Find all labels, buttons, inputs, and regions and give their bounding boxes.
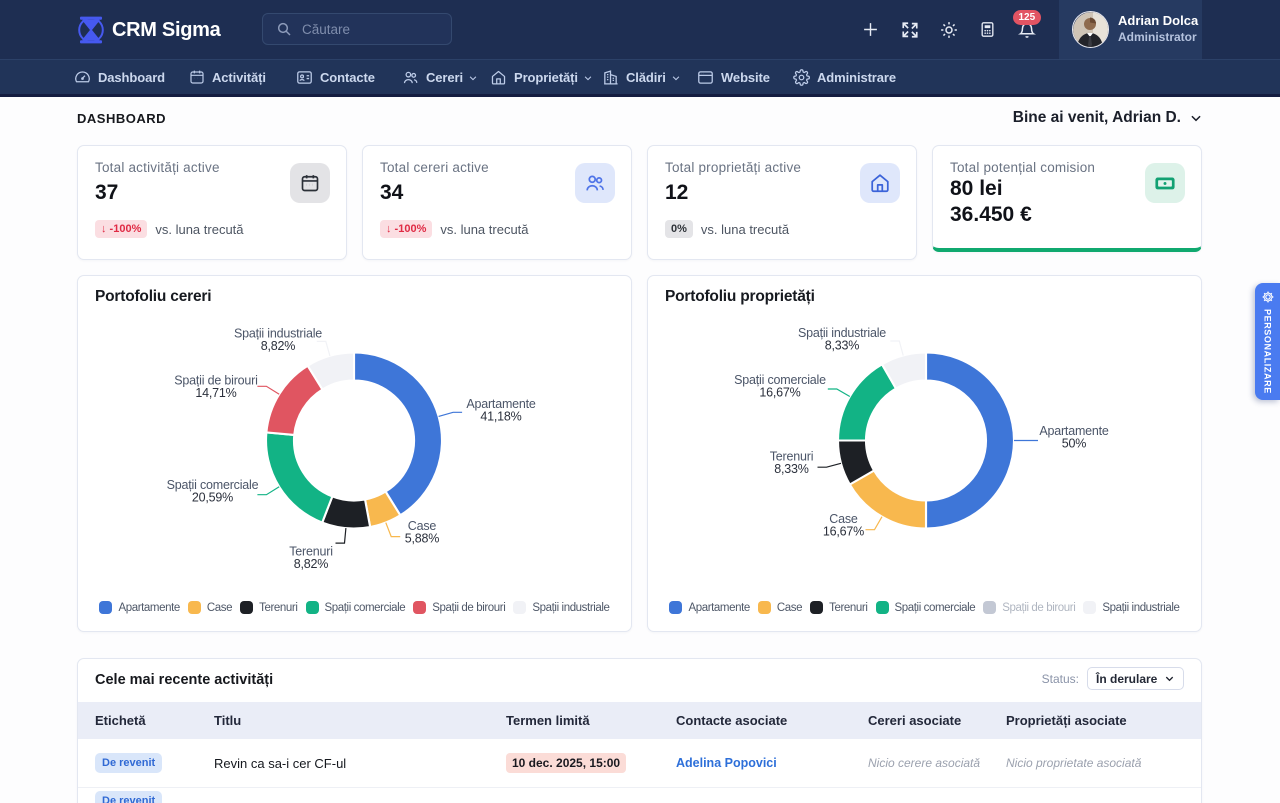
- svg-text:8,33%: 8,33%: [774, 462, 809, 476]
- svg-text:8,82%: 8,82%: [261, 339, 296, 353]
- svg-text:14,71%: 14,71%: [195, 386, 236, 400]
- svg-text:5,88%: 5,88%: [405, 532, 440, 546]
- svg-text:8,33%: 8,33%: [825, 339, 860, 353]
- svg-text:50%: 50%: [1062, 437, 1087, 451]
- svg-text:8,82%: 8,82%: [294, 557, 329, 571]
- svg-text:41,18%: 41,18%: [480, 410, 521, 424]
- svg-text:16,67%: 16,67%: [823, 525, 864, 539]
- svg-text:16,67%: 16,67%: [759, 386, 800, 400]
- svg-text:20,59%: 20,59%: [192, 491, 233, 505]
